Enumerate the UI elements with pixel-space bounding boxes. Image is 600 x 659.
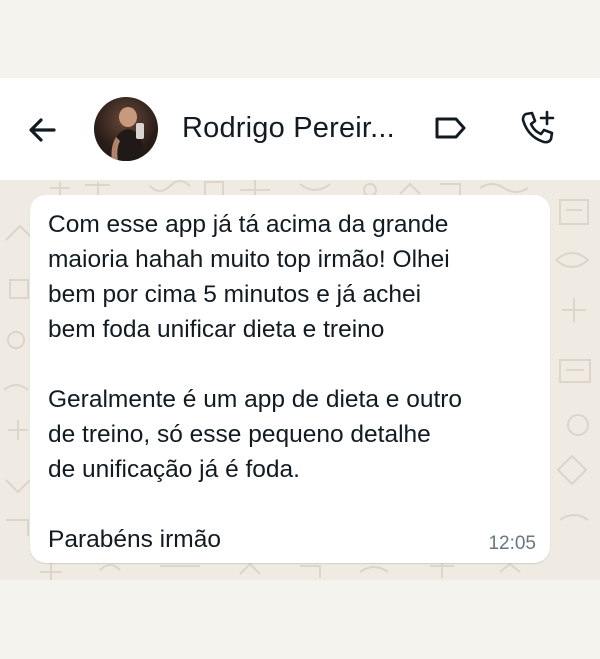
- arrow-left-icon: [29, 118, 56, 142]
- contact-name[interactable]: Rodrigo Pereir...: [182, 112, 395, 145]
- add-call-icon: [521, 110, 555, 144]
- back-button[interactable]: [20, 110, 64, 150]
- message-text: Com esse app já tá acima da grande maior…: [48, 211, 463, 553]
- avatar[interactable]: [94, 97, 158, 161]
- chat-header: Rodrigo Pereir...: [0, 78, 600, 180]
- status-area: [0, 0, 600, 78]
- message-timestamp: 12:05: [488, 533, 536, 554]
- add-call-button[interactable]: [516, 106, 560, 150]
- message-bubble[interactable]: Com esse app já tá acima da grande maior…: [30, 195, 550, 563]
- tag-label-icon: [435, 117, 466, 139]
- contact-photo: [111, 105, 144, 161]
- footer-area: [0, 580, 600, 659]
- label-button[interactable]: [430, 108, 470, 148]
